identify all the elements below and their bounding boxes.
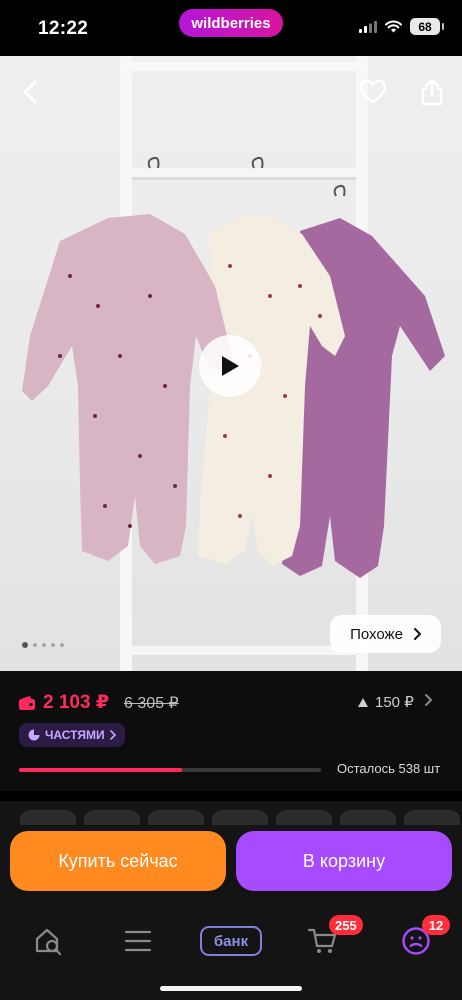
section-separator xyxy=(0,791,462,801)
bank-icon: банк xyxy=(200,926,262,956)
product-gallery[interactable]: Похоже xyxy=(0,56,462,671)
battery-level: 68 xyxy=(418,19,432,34)
status-time: 12:22 xyxy=(38,18,89,39)
variant-thumbnail[interactable] xyxy=(212,810,268,825)
add-to-cart-label: В корзину xyxy=(302,850,386,871)
variant-thumbnail[interactable] xyxy=(84,810,140,825)
bottom-panel: Купить сейчас В корзину банк 255 12 xyxy=(0,791,462,1000)
chevron-left-icon xyxy=(23,80,37,104)
cart-badge: 255 xyxy=(329,915,363,935)
stock-progress-fill xyxy=(19,768,183,772)
gallery-pagination xyxy=(22,642,64,648)
share-button[interactable] xyxy=(414,74,450,110)
chevron-right-icon xyxy=(413,628,421,640)
chevron-right-icon xyxy=(425,694,433,706)
pagination-dot[interactable] xyxy=(51,643,55,647)
triangle-up-icon xyxy=(358,697,368,707)
buy-now-label: Купить сейчас xyxy=(58,850,178,871)
stock-remaining: Осталось 538 шт xyxy=(337,761,441,776)
tab-profile[interactable]: 12 xyxy=(396,915,450,961)
wifi-icon xyxy=(385,20,402,33)
installments-badge[interactable]: ЧАСТЯМИ xyxy=(19,723,125,747)
menu-icon xyxy=(124,930,152,952)
back-button[interactable] xyxy=(12,74,48,110)
home-search-icon xyxy=(35,928,62,956)
variant-thumbnail[interactable] xyxy=(148,810,204,825)
chevron-right-icon xyxy=(109,730,116,740)
tab-cart[interactable]: 255 xyxy=(302,915,363,961)
variant-thumbnail[interactable] xyxy=(276,810,332,825)
status-bar: 12:22 wildberries 68 xyxy=(0,0,462,56)
installments-label: ЧАСТЯМИ xyxy=(45,728,105,742)
cashback-amount: 150 ₽ xyxy=(375,694,414,711)
play-video-button[interactable] xyxy=(199,335,261,397)
favorite-button[interactable] xyxy=(355,74,391,110)
pie-icon xyxy=(28,729,40,741)
variant-thumbnail[interactable] xyxy=(404,810,460,825)
price-details-chevron[interactable] xyxy=(424,693,433,712)
old-price: 6 305 ₽ xyxy=(124,694,179,712)
heart-icon xyxy=(359,79,387,104)
bank-label: банк xyxy=(213,932,249,950)
variant-thumbnails xyxy=(0,801,462,825)
price-row[interactable]: 2 103 ₽ 6 305 ₽ xyxy=(18,691,179,714)
buy-now-button[interactable]: Купить сейчас xyxy=(10,831,226,891)
brand-logo-text: wildberries xyxy=(191,14,271,32)
similar-label: Похоже xyxy=(350,625,403,643)
pagination-dot[interactable] xyxy=(22,642,28,648)
brand-logo: wildberries xyxy=(179,9,283,37)
variant-thumbnail[interactable] xyxy=(340,810,396,825)
share-icon xyxy=(421,78,443,106)
add-to-cart-button[interactable]: В корзину xyxy=(236,831,452,891)
variant-thumbnail[interactable] xyxy=(20,810,76,825)
wallet-icon xyxy=(19,695,35,710)
tab-home[interactable] xyxy=(28,921,68,961)
pagination-dot[interactable] xyxy=(33,643,37,647)
battery-icon: 68 xyxy=(410,18,444,35)
product-info: 2 103 ₽ 6 305 ₽ 150 ₽ ЧАСТЯМИ Осталось 5… xyxy=(0,671,462,791)
tab-bank[interactable]: банк xyxy=(200,921,262,961)
pagination-dot[interactable] xyxy=(60,643,64,647)
current-price: 2 103 ₽ xyxy=(43,692,110,713)
stock-progress-bar xyxy=(19,768,321,772)
home-indicator xyxy=(160,986,302,991)
play-icon xyxy=(222,356,239,376)
status-icons: 68 xyxy=(359,18,444,35)
pagination-dot[interactable] xyxy=(42,643,46,647)
similar-button[interactable]: Похоже xyxy=(330,615,441,653)
profile-badge: 12 xyxy=(422,915,450,935)
cashback[interactable]: 150 ₽ xyxy=(357,693,414,711)
tab-catalog[interactable] xyxy=(118,921,158,961)
signal-icon xyxy=(359,20,377,33)
